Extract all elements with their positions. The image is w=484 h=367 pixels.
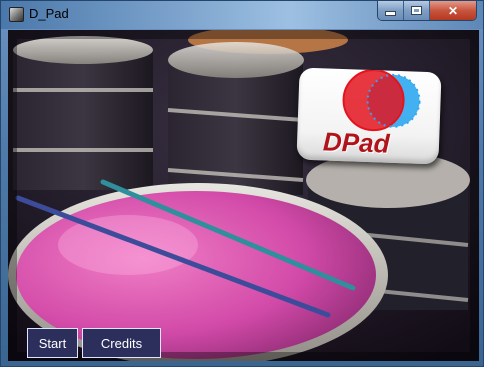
app-window: D_Pad ✕ DPad Start Credits [0,0,484,367]
title-bar[interactable]: D_Pad ✕ [1,1,483,29]
window-title: D_Pad [29,6,69,21]
start-button[interactable]: Start [27,328,78,358]
game-canvas[interactable]: DPad Start Credits [8,30,479,361]
app-icon [9,7,24,22]
dpad-logo: DPad [296,67,442,165]
minimize-button[interactable] [378,1,404,20]
maximize-button[interactable] [404,1,430,20]
logo-text: DPad [322,126,391,159]
maximize-icon [411,6,422,15]
minimize-icon [385,11,396,16]
close-button[interactable]: ✕ [430,1,476,20]
window-controls: ✕ [377,1,477,21]
credits-button[interactable]: Credits [82,328,161,358]
close-icon: ✕ [447,3,459,18]
